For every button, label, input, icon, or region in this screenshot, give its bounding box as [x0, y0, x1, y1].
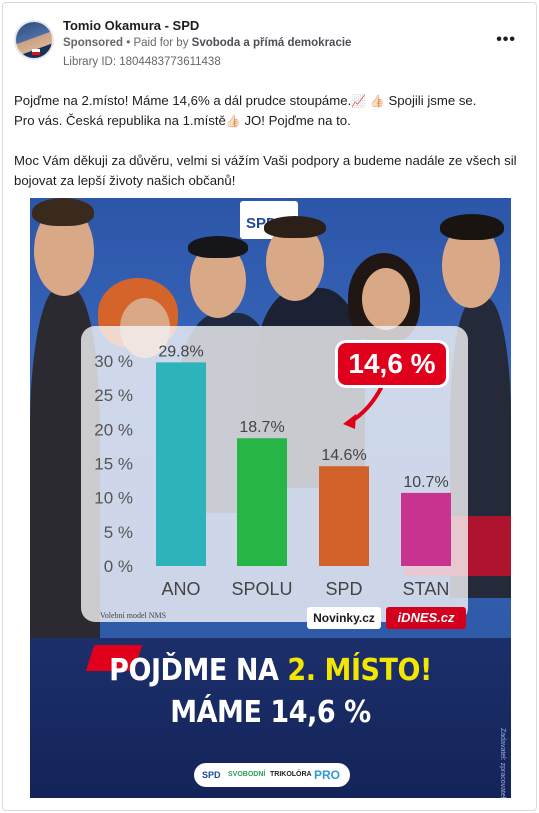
y-tick-label: 20 %	[94, 420, 133, 439]
post-paragraph-2: Moc Vám děkuji za důvěru, velmi si vážím…	[14, 153, 517, 188]
thumbs-up-icon: 👍🏻	[225, 114, 241, 128]
thumbs-up-icon: 👍🏻	[369, 94, 385, 108]
headline-1-white: POJĎME NA	[109, 653, 288, 688]
callout-arrow-head	[343, 414, 356, 429]
y-tick-label: 25 %	[94, 386, 133, 405]
pro-logo: PRO	[314, 768, 341, 782]
x-category-label: STAN	[403, 579, 450, 599]
x-category-label: SPOLU	[231, 579, 292, 599]
post-paragraph-1: Pojďme na 2.místo! Máme 14,6% a dál prud…	[14, 91, 524, 131]
ad-post-card: Tomio Okamura - SPD Sponsored • Paid for…	[2, 2, 537, 811]
svobodni-logo: SVOBODNÍ	[228, 771, 266, 778]
sponsored-meta: Sponsored • Paid for by Svoboda a přímá …	[63, 37, 351, 49]
page-avatar[interactable]	[14, 20, 54, 60]
post-line-1: Pojďme na 2.místo! Máme 14,6% a dál prud…	[14, 93, 352, 108]
bar-value-label: 29.8%	[158, 343, 203, 360]
bar-value-label: 18.7%	[239, 419, 284, 436]
spd-logo: SPD	[202, 770, 221, 780]
paid-for-prefix: • Paid for by	[123, 37, 192, 49]
headline-1-yellow: 2. MÍSTO!	[287, 653, 432, 688]
library-id: Library ID: 1804483773611438	[63, 56, 221, 68]
bar-spd	[319, 466, 369, 566]
trikolora-logo: TRIKOLÓRA	[270, 771, 312, 778]
page-name-link[interactable]: Tomio Okamura - SPD	[63, 18, 199, 33]
headline-line-2: MÁME 14,6 %	[170, 695, 371, 730]
y-tick-label: 30 %	[94, 352, 133, 371]
czech-flag-icon	[32, 49, 40, 55]
y-tick-label: 5 %	[104, 523, 133, 542]
y-tick-label: 15 %	[94, 455, 133, 474]
novinky-logo: Novinky.cz	[307, 607, 381, 629]
side-disclaimer: Zadavatel: zpracovatel: SPD	[499, 728, 506, 798]
bar-stan	[401, 492, 451, 566]
chart-increasing-icon: 📈	[351, 94, 367, 108]
payer-link[interactable]: Svoboda a přímá demokracie	[192, 37, 352, 49]
bar-ano	[156, 362, 206, 566]
callout-badge: 14,6 %	[338, 343, 446, 385]
x-category-label: SPD	[325, 579, 362, 599]
y-tick-label: 0 %	[104, 557, 133, 576]
headline-line-1: POJĎME NA 2. MÍSTO!	[54, 653, 487, 688]
idnes-logo: iDNES.cz	[386, 607, 466, 629]
post-text: Pojďme na 2.místo! Máme 14,6% a dál prud…	[14, 91, 524, 211]
bar-chart: 0 % 5 % 10 % 15 % 20 % 25 % 30 % 29.8% ANO 18.7% S…	[94, 343, 451, 599]
bar-spolu	[237, 438, 287, 566]
bar-value-label: 10.7%	[403, 474, 448, 491]
sponsored-label: Sponsored	[63, 37, 124, 49]
coalition-logos: SPD SVOBODNÍ TRIKOLÓRA PRO	[194, 763, 350, 787]
source-note: Volební model NMS	[100, 611, 167, 620]
ad-creative-image[interactable]: SPD 0 % 5 % 10 % 15 % 20 % 25 % 30 % 29.8% ANO 18…	[30, 198, 511, 798]
y-tick-label: 10 %	[94, 489, 133, 508]
post-line-2: Pro vás. Česká republika na 1.místě	[14, 113, 226, 128]
post-line-1b: Spojili jsme se.	[384, 93, 477, 108]
more-horizontal-icon[interactable]: •••	[496, 31, 516, 49]
bar-value-label: 14.6%	[321, 447, 366, 464]
post-line-2b: JO! Pojďme na to.	[240, 113, 351, 128]
x-category-label: ANO	[161, 579, 200, 599]
